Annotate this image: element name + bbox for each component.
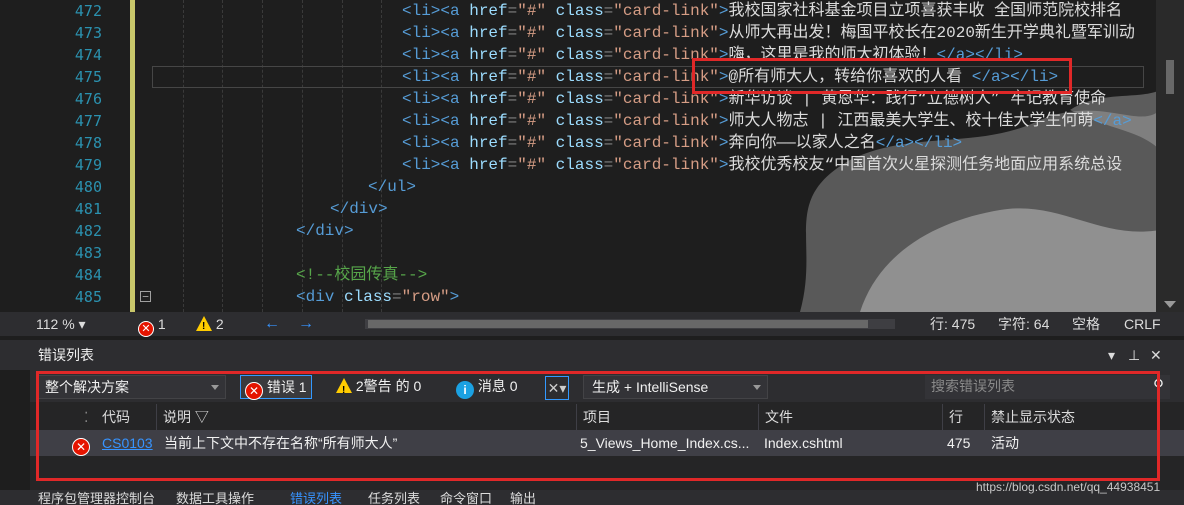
line-number: 477 xyxy=(74,112,102,130)
tab-command-window[interactable]: 命令窗口 xyxy=(440,490,492,505)
code-text: <li><a href="#" class="card-link">师大人物志 … xyxy=(402,112,1132,130)
code-text: <li><a href="#" class="card-link">从师大再出发… xyxy=(402,24,1135,42)
horizontal-scrollbar[interactable] xyxy=(365,319,895,329)
code-text: </div> xyxy=(296,222,354,240)
error-list-titlebar: 错误列表 ▾ ⊥ ✕ xyxy=(0,340,1184,370)
char-indicator: 字符: 64 xyxy=(998,316,1050,332)
code-line: 483 xyxy=(0,242,1150,264)
collapse-icon[interactable]: − xyxy=(140,291,151,302)
line-number: 478 xyxy=(74,134,102,152)
line-number: 475 xyxy=(74,68,102,86)
code-line: 482 </div> xyxy=(0,220,1150,242)
tab-output[interactable]: 输出 xyxy=(510,490,536,505)
line-number: 476 xyxy=(74,90,102,108)
code-line: 472 <li><a href="#" class="card-link">我校… xyxy=(0,0,1150,22)
error-icon: ✕ xyxy=(138,321,154,337)
line-number: 473 xyxy=(74,24,102,42)
code-line: 473 <li><a href="#" class="card-link">从师… xyxy=(0,22,1150,44)
code-line: 484 <!--校园传真--> xyxy=(0,264,1150,286)
scrollbar-thumb[interactable] xyxy=(1166,60,1174,94)
code-line: 478 <li><a href="#" class="card-link">奔向… xyxy=(0,132,1150,154)
code-text: <li><a href="#" class="card-link">奔向你——以… xyxy=(402,134,963,152)
code-line: 477 <li><a href="#" class="card-link">师大… xyxy=(0,110,1150,132)
editor-status-bar: 112 % ▾ ✕ 1 ! 2 ← → 行: 475 字符: 64 空格 CRL… xyxy=(0,312,1184,337)
code-comment: <!--校园传真--> xyxy=(296,266,428,284)
panel-menu-icon[interactable]: ▾ xyxy=(1108,340,1115,370)
vertical-scrollbar[interactable] xyxy=(1156,0,1184,312)
line-ending-indicator: CRLF xyxy=(1124,316,1161,332)
watermark: https://blog.csdn.net/qq_44938451 xyxy=(976,480,1161,494)
warning-count-indicator[interactable]: ! 2 xyxy=(196,315,224,333)
close-icon[interactable]: ✕ xyxy=(1150,340,1162,370)
line-number: 483 xyxy=(74,244,102,262)
pin-icon[interactable]: ⊥ xyxy=(1128,340,1140,370)
navigate-forward-button[interactable]: → xyxy=(298,315,314,333)
line-number: 480 xyxy=(74,178,102,196)
code-line: 480 </ul> xyxy=(0,176,1150,198)
navigate-back-button[interactable]: ← xyxy=(264,315,280,333)
warning-icon: ! xyxy=(196,316,212,332)
error-highlight-box xyxy=(692,58,1072,94)
line-number: 472 xyxy=(74,2,102,20)
code-line: 481 </div> xyxy=(0,198,1150,220)
code-text: <li><a href="#" class="card-link">我校优秀校友… xyxy=(402,156,1123,174)
tab-data-tools[interactable]: 数据工具操作 xyxy=(176,490,254,505)
zoom-level[interactable]: 112 % ▾ xyxy=(36,315,86,333)
tab-task-list[interactable]: 任务列表 xyxy=(368,490,420,505)
error-count-indicator[interactable]: ✕ 1 xyxy=(138,315,166,337)
whitespace-indicator: 空格 xyxy=(1072,316,1100,332)
code-line: 479 <li><a href="#" class="card-link">我校… xyxy=(0,154,1150,176)
scrollbar-thumb[interactable] xyxy=(368,320,868,328)
panel-title: 错误列表 xyxy=(38,347,94,363)
line-number: 481 xyxy=(74,200,102,218)
code-text: </ul> xyxy=(368,178,417,196)
line-number: 484 xyxy=(74,266,102,284)
code-editor[interactable]: 472 <li><a href="#" class="card-link">我校… xyxy=(0,0,1184,312)
line-number: 474 xyxy=(74,46,102,64)
line-number: 482 xyxy=(74,222,102,240)
code-line: 485 <div class="row"> xyxy=(0,286,1150,308)
line-number: 479 xyxy=(74,156,102,174)
error-list-highlight-box xyxy=(36,371,1160,481)
tab-package-manager[interactable]: 程序包管理器控制台 xyxy=(38,490,155,505)
code-text: </div> xyxy=(330,200,388,218)
code-text: <div class="row"> xyxy=(296,288,460,306)
code-text: <li><a href="#" class="card-link">我校国家社科… xyxy=(402,2,1123,20)
line-number: 485 xyxy=(74,288,102,306)
line-indicator: 行: 475 xyxy=(930,316,976,332)
tab-error-list[interactable]: 错误列表 xyxy=(290,490,342,505)
scroll-down-arrow-icon[interactable] xyxy=(1164,301,1176,308)
